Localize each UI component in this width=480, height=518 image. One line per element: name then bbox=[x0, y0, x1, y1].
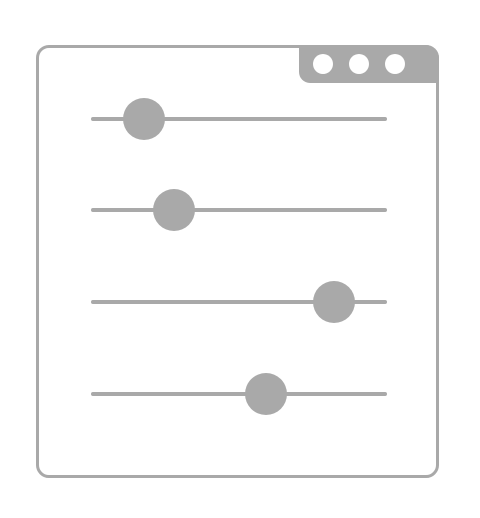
settings-sliders-icon bbox=[0, 0, 480, 518]
window-dot-icon bbox=[349, 54, 369, 74]
slider-knob[interactable] bbox=[152, 189, 195, 231]
window-dot-icon bbox=[313, 54, 333, 74]
window-dot-icon bbox=[385, 54, 405, 74]
slider-knob[interactable] bbox=[123, 98, 166, 140]
slider-track[interactable] bbox=[91, 189, 387, 231]
window-frame bbox=[36, 45, 439, 478]
window-titlebar bbox=[299, 45, 439, 83]
slider-knob[interactable] bbox=[312, 281, 355, 323]
slider-track[interactable] bbox=[91, 98, 387, 140]
slider-knob[interactable] bbox=[244, 373, 287, 415]
slider-track[interactable] bbox=[91, 373, 387, 415]
slider-track[interactable] bbox=[91, 281, 387, 323]
